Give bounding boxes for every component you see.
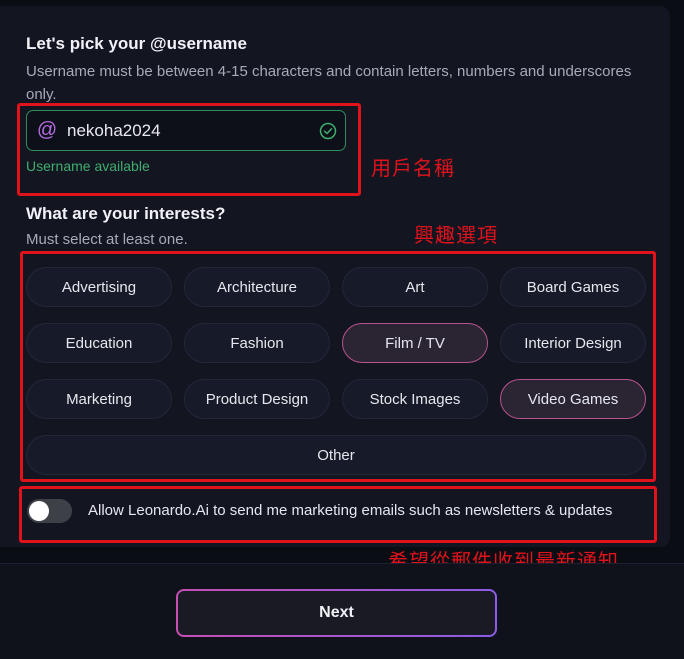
interest-chip-video-games[interactable]: Video Games bbox=[500, 379, 646, 419]
username-rules: Username must be between 4-15 characters… bbox=[26, 63, 632, 103]
interest-chip-board-games[interactable]: Board Games bbox=[500, 267, 646, 307]
next-button-label: Next bbox=[178, 591, 495, 635]
username-annotation: 用戶名稱 bbox=[371, 156, 455, 180]
interests-subtitle: Must select at least one. bbox=[26, 231, 188, 248]
interest-chip-marketing[interactable]: Marketing bbox=[26, 379, 172, 419]
interests-heading: What are your interests? bbox=[26, 204, 226, 223]
interest-chip-product-design[interactable]: Product Design bbox=[184, 379, 330, 419]
interests-annotation: 興趣選項 bbox=[414, 223, 498, 247]
marketing-emails-toggle[interactable] bbox=[27, 499, 72, 523]
interest-chip-education[interactable]: Education bbox=[26, 323, 172, 363]
interest-chip-architecture[interactable]: Architecture bbox=[184, 267, 330, 307]
interest-chip-art[interactable]: Art bbox=[342, 267, 488, 307]
interest-chip-stock-images[interactable]: Stock Images bbox=[342, 379, 488, 419]
username-heading: Let's pick your @username bbox=[26, 34, 247, 53]
interest-chip-other[interactable]: Other bbox=[26, 435, 646, 475]
interest-chip-interior-design[interactable]: Interior Design bbox=[500, 323, 646, 363]
next-button[interactable]: Next bbox=[176, 589, 497, 637]
interest-chip-fashion[interactable]: Fashion bbox=[184, 323, 330, 363]
marketing-emails-label: Allow Leonardo.Ai to send me marketing e… bbox=[88, 502, 613, 519]
username-annotation-box bbox=[17, 103, 361, 196]
interest-chip-advertising[interactable]: Advertising bbox=[26, 267, 172, 307]
interest-chip-film-tv[interactable]: Film / TV bbox=[342, 323, 488, 363]
toggle-knob bbox=[29, 501, 49, 521]
